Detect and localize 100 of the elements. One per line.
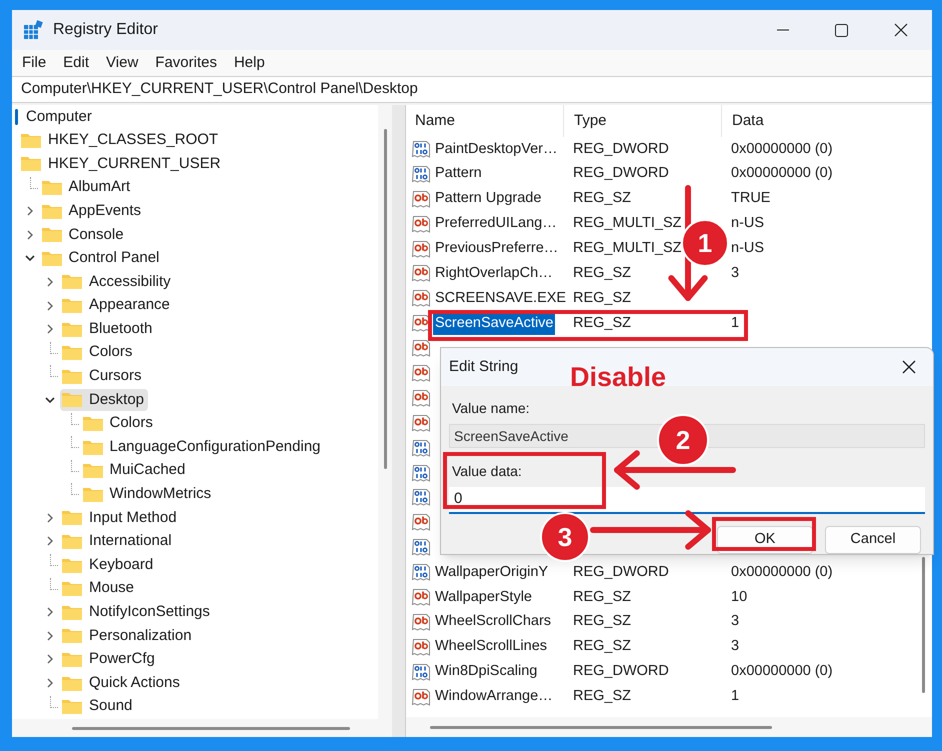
- chevron-right-icon[interactable]: [45, 606, 55, 618]
- tree-item[interactable]: International: [60, 530, 176, 552]
- column-header[interactable]: Name: [406, 105, 563, 137]
- string-value-icon: [412, 588, 431, 607]
- table-cell-text: REG_DWORD: [573, 562, 669, 582]
- chevron-right-icon[interactable]: [45, 300, 55, 312]
- tree-item[interactable]: Colors: [80, 412, 157, 435]
- cancel-button[interactable]: Cancel: [825, 526, 921, 554]
- table-cell[interactable]: ScreenSaveActive: [433, 312, 556, 335]
- tree-connector: [70, 460, 78, 472]
- field-label: Value data:: [452, 462, 522, 481]
- tree-item[interactable]: Keyboard: [60, 554, 158, 576]
- binary-value-icon: [412, 464, 431, 483]
- scrollbar-thumb[interactable]: [72, 726, 350, 730]
- folder-icon: [61, 368, 83, 385]
- table-cell[interactable]: RightOverlapCh…: [433, 263, 555, 285]
- folder-icon: [82, 438, 104, 456]
- table-cell[interactable]: Pattern Upgrade: [433, 188, 544, 210]
- scrollbar-thumb[interactable]: [430, 726, 772, 728]
- chevron-right-icon[interactable]: [45, 512, 55, 524]
- table-cell[interactable]: WallpaperOriginY: [433, 562, 550, 584]
- tree-item[interactable]: AlbumArt: [40, 176, 134, 199]
- chevron-right-icon[interactable]: [45, 630, 55, 642]
- chevron-down-icon[interactable]: [24, 253, 36, 264]
- tree-connector: [50, 578, 58, 590]
- tree-item[interactable]: WindowMetrics: [80, 483, 216, 506]
- table-cell[interactable]: PaintDesktopVer…: [433, 138, 560, 160]
- chevron-down-icon[interactable]: [44, 394, 56, 405]
- tree-item[interactable]: NotifyIconSettings: [60, 601, 214, 624]
- scrollbar-thumb[interactable]: [922, 557, 925, 693]
- table-cell-text: REG_SZ: [573, 288, 632, 308]
- table-cell-text: REG_DWORD: [573, 662, 669, 682]
- value-data-field[interactable]: 0: [449, 487, 925, 514]
- tree-item[interactable]: MuiCached: [80, 460, 190, 482]
- table-cell[interactable]: WindowArrange…: [433, 686, 555, 708]
- string-value-icon: [412, 612, 431, 632]
- string-value-icon: [412, 190, 431, 209]
- chevron-right-icon[interactable]: [45, 323, 55, 336]
- table-cell-text: n-US: [731, 239, 764, 258]
- string-value-icon: [412, 214, 431, 234]
- table-cell[interactable]: SCREENSAVE.EXE: [433, 288, 568, 310]
- string-value-icon: [412, 240, 431, 258]
- tree-item[interactable]: LanguageConfigurationPending: [80, 436, 325, 458]
- table-cell[interactable]: WheelScrollLines: [433, 636, 550, 658]
- tree-item[interactable]: Input Method: [60, 506, 181, 529]
- column-header[interactable]: Type: [563, 105, 721, 137]
- folder-icon: [61, 556, 83, 574]
- tree-connector: [50, 365, 58, 378]
- table-cell[interactable]: Win8DpiScaling: [433, 661, 540, 684]
- tree-item[interactable]: HKEY_CLASSES_ROOT: [19, 129, 222, 152]
- menu-item[interactable]: Help: [234, 52, 265, 74]
- table-cell[interactable]: Pattern: [433, 163, 484, 186]
- tree-item[interactable]: Console: [40, 224, 128, 246]
- tree-item[interactable]: Accessibility: [60, 270, 175, 293]
- tree-item[interactable]: Mouse: [60, 578, 138, 600]
- tree-connector: [50, 342, 58, 354]
- folder-icon: [82, 462, 104, 480]
- menu-item[interactable]: Favorites: [155, 52, 217, 74]
- table-cell[interactable]: PreviousPreferre…: [433, 238, 560, 260]
- menu-item[interactable]: Edit: [63, 52, 90, 74]
- table-cell-text: n-US: [731, 214, 764, 234]
- tree-item[interactable]: Quick Actions: [60, 672, 184, 694]
- tree-item[interactable]: Colors: [60, 342, 136, 364]
- folder-icon: [61, 580, 83, 598]
- table-cell-text: REG_SZ: [573, 612, 632, 632]
- folder-icon: [61, 627, 83, 644]
- tree-item[interactable]: AppEvents: [40, 200, 146, 222]
- tree-item[interactable]: HKEY_CURRENT_USER: [19, 152, 225, 175]
- tree-item[interactable]: Cursors: [60, 365, 146, 388]
- tree-item[interactable]: Sound: [60, 696, 136, 718]
- table-cell[interactable]: WallpaperStyle: [433, 586, 534, 608]
- chevron-right-icon[interactable]: [45, 276, 55, 288]
- address-bar[interactable]: Computer\HKEY_CURRENT_USER\Control Panel\Desktop: [12, 76, 932, 103]
- chevron-right-icon[interactable]: [45, 677, 55, 690]
- tree-item[interactable]: Control Panel: [40, 247, 164, 270]
- table-cell-text: REG_MULTI_SZ: [573, 214, 682, 234]
- folder-icon: [61, 650, 83, 668]
- chevron-right-icon[interactable]: [45, 653, 55, 666]
- chevron-right-icon[interactable]: [45, 535, 55, 548]
- folder-icon: [40, 226, 62, 244]
- tree-item[interactable]: PowerCfg: [60, 648, 159, 670]
- close-icon: [902, 360, 916, 374]
- menu-item[interactable]: View: [106, 52, 138, 74]
- tree-item[interactable]: Desktop: [60, 388, 148, 411]
- string-value-icon: [412, 339, 431, 358]
- column-header[interactable]: Data: [721, 105, 932, 137]
- menu-item[interactable]: File: [22, 52, 46, 74]
- folder-icon: [40, 179, 62, 196]
- tree-item[interactable]: Personalization: [60, 624, 196, 647]
- table-cell[interactable]: PreferredUILang…: [433, 213, 559, 235]
- chevron-right-icon[interactable]: [24, 228, 34, 241]
- table-cell[interactable]: WheelScrollChars: [433, 611, 554, 634]
- binary-value-icon: [412, 140, 431, 159]
- tree-item[interactable]: Appearance: [60, 294, 174, 317]
- string-value-icon: [412, 289, 431, 308]
- scrollbar-thumb[interactable]: [384, 129, 386, 469]
- tree-item[interactable]: Bluetooth: [60, 318, 156, 340]
- chevron-right-icon[interactable]: [24, 205, 34, 218]
- tree-item[interactable]: Computer: [24, 106, 94, 128]
- table-cell-text: 0x00000000 (0): [731, 662, 833, 682]
